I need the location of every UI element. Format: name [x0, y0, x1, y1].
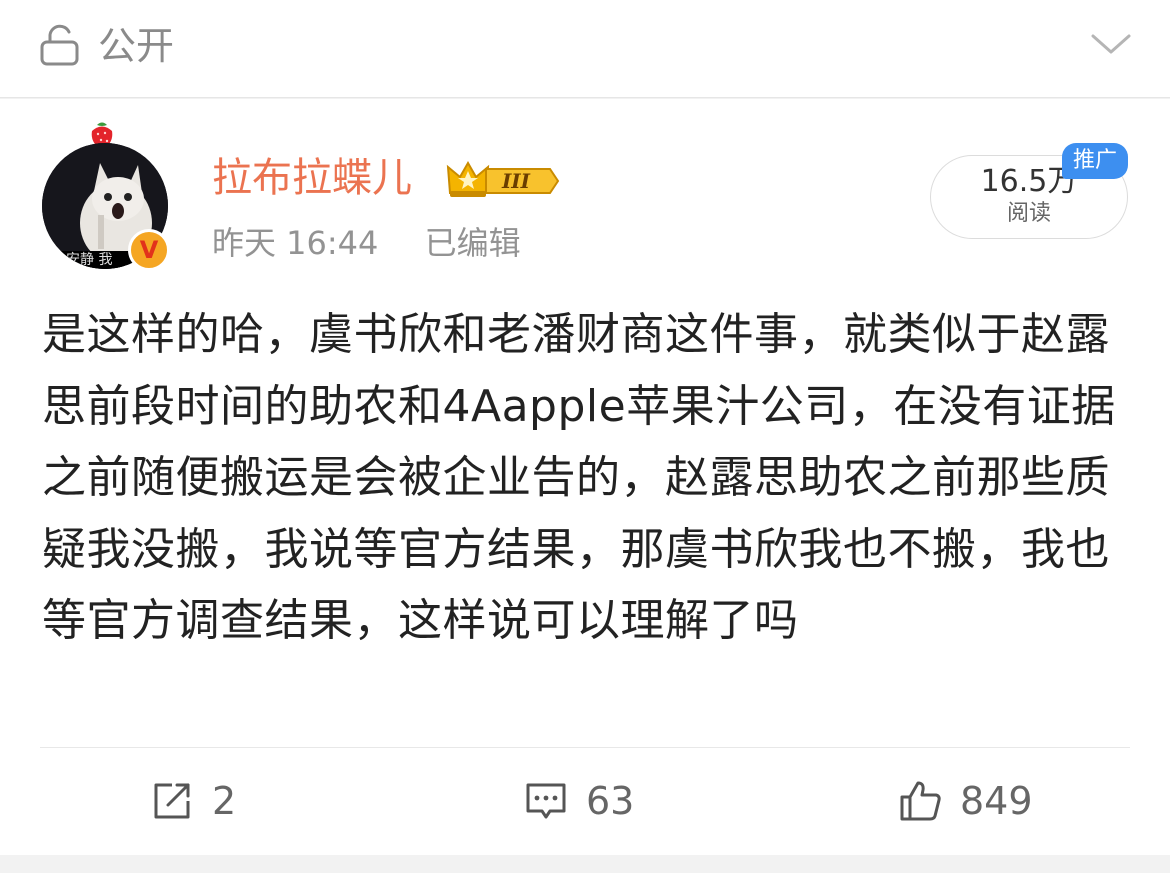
visibility-bar[interactable]: 公开: [0, 0, 1170, 98]
like-count: 849: [960, 779, 1033, 823]
post-time: 昨天 16:44: [212, 224, 379, 262]
crown-level-label: III: [501, 169, 531, 193]
thumbs-up-icon: [900, 781, 941, 821]
crown-icon[interactable]: III: [446, 157, 562, 201]
promote-tag[interactable]: 推广: [1062, 143, 1128, 179]
chevron-down-icon[interactable]: [1090, 30, 1132, 58]
post-content: 是这样的哈，虞书欣和老潘财商这件事，就类似于赵露思前段时间的助农和4Aapple…: [42, 309, 1116, 646]
read-label: 阅读: [1006, 201, 1051, 226]
repost-count: 2: [212, 779, 237, 823]
like-button[interactable]: 849: [898, 775, 1033, 827]
author-avatar[interactable]: 安静 我 V: [42, 119, 172, 274]
verified-badge: V: [128, 229, 170, 271]
post-meta: 昨天 16:44 已编辑: [212, 221, 557, 265]
comment-icon: [526, 783, 566, 819]
action-bar: 2 63 849: [0, 749, 1170, 853]
comment-button[interactable]: 63: [524, 775, 634, 827]
lock-icon: [40, 24, 79, 66]
author-name[interactable]: 拉布拉蝶儿: [212, 153, 412, 203]
comment-count: 63: [586, 779, 635, 823]
edited-label[interactable]: 已编辑: [425, 224, 521, 262]
visibility-label: 公开: [98, 24, 175, 68]
post-card: 安静 我 V 拉布拉蝶儿 III 昨天 16:44 已编辑 16.5万 阅读 推…: [0, 99, 1170, 855]
repost-button[interactable]: 2: [150, 775, 236, 827]
divider: [40, 747, 1130, 748]
repost-icon: [154, 783, 190, 819]
avatar-caption: 安静 我: [66, 252, 113, 268]
